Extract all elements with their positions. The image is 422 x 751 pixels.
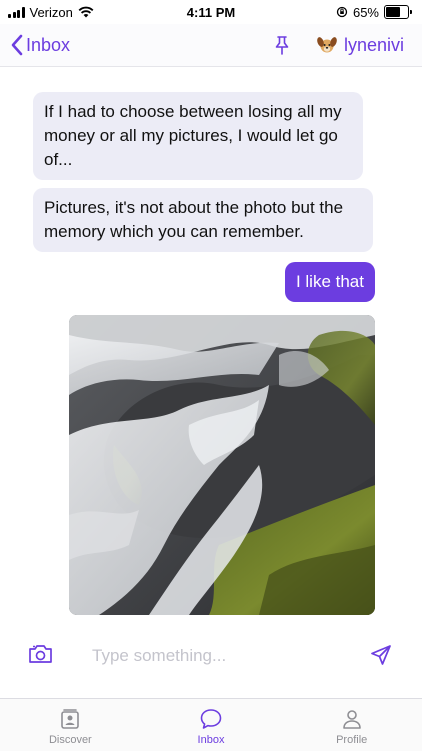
- outgoing-message[interactable]: I like that: [284, 262, 375, 302]
- tab-profile[interactable]: Profile: [281, 699, 422, 751]
- tab-inbox[interactable]: Inbox: [141, 699, 282, 751]
- pin-icon: [275, 36, 289, 55]
- chat-username[interactable]: lynenivi: [344, 35, 404, 56]
- message-list[interactable]: If I had to choose between losing all my…: [0, 67, 422, 627]
- back-label: Inbox: [26, 34, 71, 55]
- pin-button[interactable]: [274, 35, 290, 55]
- signal-bars-icon: [8, 6, 25, 18]
- back-button[interactable]: Inbox: [0, 34, 70, 56]
- message-input[interactable]: [90, 642, 354, 670]
- tab-label: Discover: [48, 734, 92, 746]
- message-composer: [0, 630, 422, 680]
- tab-label: Profile: [336, 734, 368, 746]
- tab-label: Inbox: [197, 734, 225, 746]
- nav-bar: Inbox lynenivi: [0, 24, 422, 67]
- camera-icon: [29, 645, 52, 663]
- battery-percent: 65%: [352, 4, 379, 20]
- send-button[interactable]: [370, 644, 392, 671]
- message-text: I like that: [295, 272, 364, 291]
- status-bar: Verizon 4:11 PM 65%: [0, 0, 422, 24]
- nav-right: lynenivi: [274, 34, 422, 56]
- outgoing-image-message[interactable]: [69, 315, 375, 615]
- chevron-left-icon: [11, 34, 23, 56]
- tab-bar: Discover Inbox Profile: [0, 698, 422, 751]
- dog-face-icon[interactable]: [316, 34, 338, 56]
- carrier-label: Verizon: [29, 4, 73, 20]
- chat-bubble-icon: [200, 709, 222, 729]
- incoming-message[interactable]: Pictures, it's not about the photo but t…: [33, 188, 373, 252]
- status-right: 65%: [336, 5, 422, 20]
- tab-discover[interactable]: Discover: [0, 699, 141, 751]
- person-icon: [342, 710, 361, 729]
- message-text: If I had to choose between losing all my…: [44, 102, 342, 169]
- orientation-lock-icon: [336, 6, 348, 18]
- waterfall-photo: [69, 315, 375, 615]
- wifi-icon: [78, 6, 94, 18]
- status-left: Verizon: [0, 5, 94, 20]
- incoming-message[interactable]: If I had to choose between losing all my…: [33, 92, 363, 180]
- message-text: Pictures, it's not about the photo but t…: [44, 198, 344, 241]
- send-icon: [371, 645, 391, 665]
- camera-button[interactable]: [28, 643, 54, 670]
- battery-icon: [384, 5, 412, 19]
- discover-icon: [61, 709, 80, 729]
